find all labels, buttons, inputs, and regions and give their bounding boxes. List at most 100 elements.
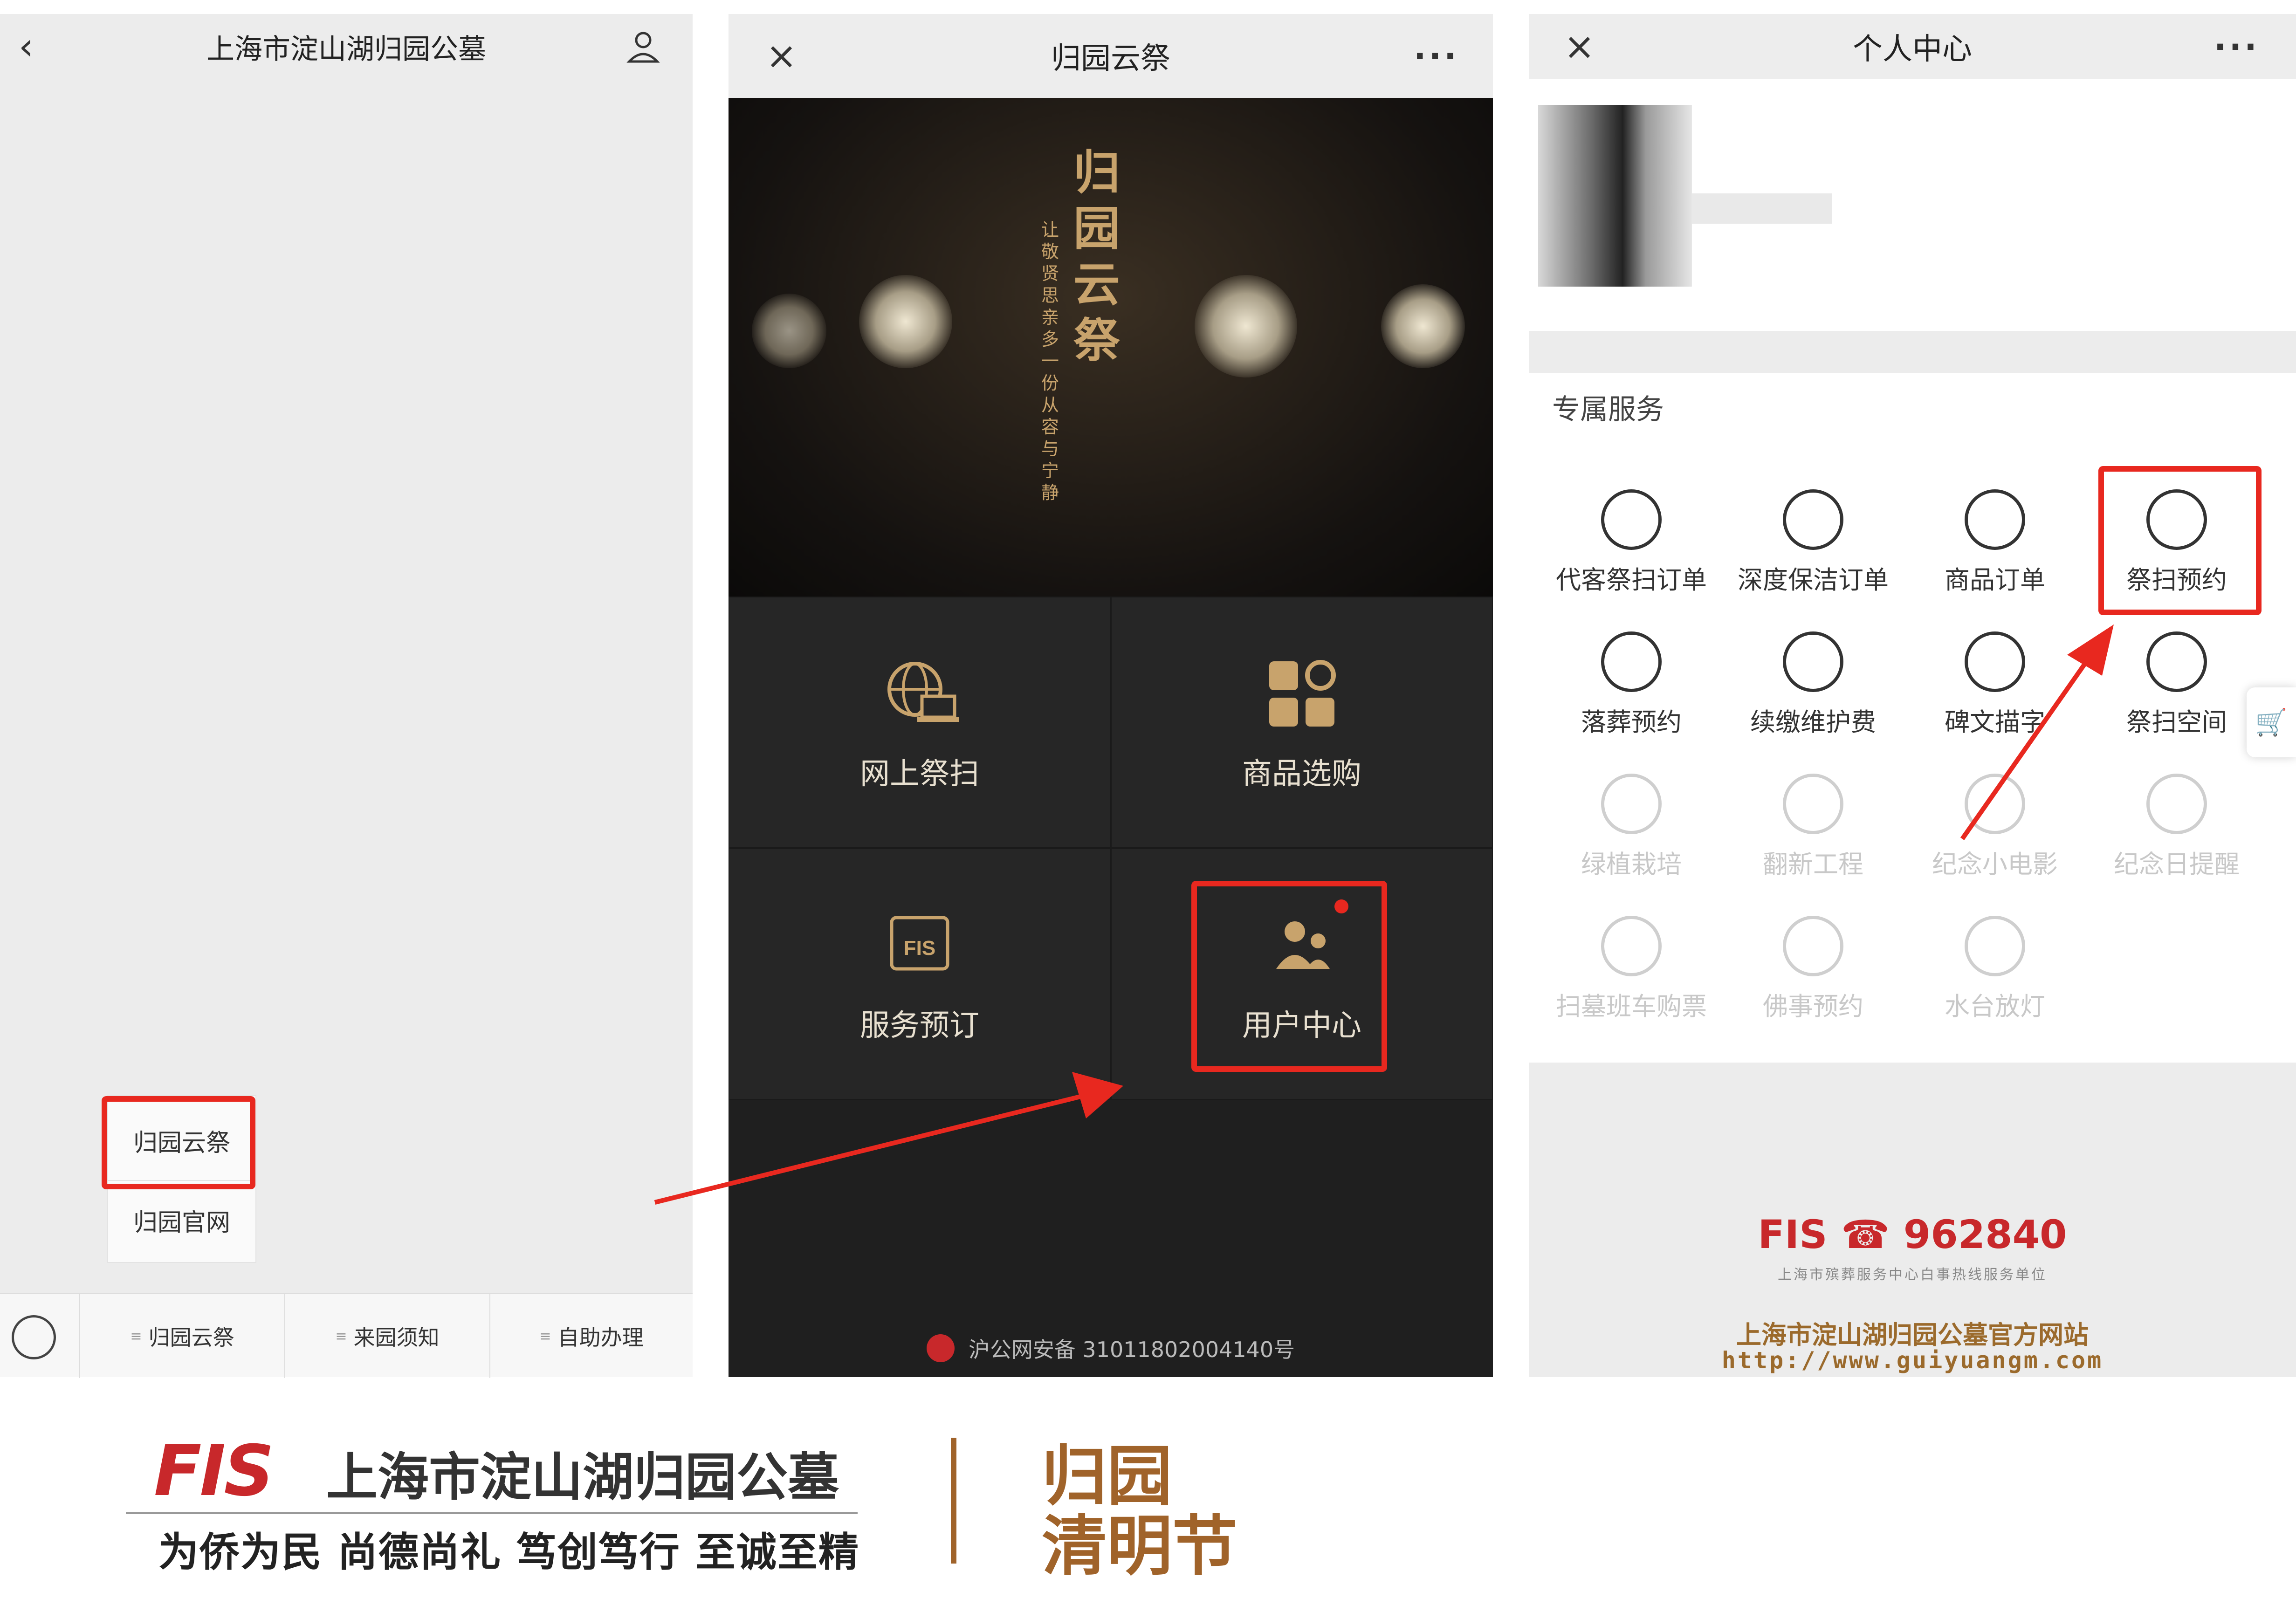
close-icon[interactable]: × <box>1564 28 1595 65</box>
page-title: 归园云祭 <box>1051 41 1170 76</box>
close-icon[interactable]: × <box>766 37 797 75</box>
page-title: 上海市淀山湖归园公墓 <box>206 33 486 66</box>
tile-service-booking[interactable]: FIS 服务预订 <box>729 848 1111 1100</box>
profile-icon[interactable] <box>625 28 662 65</box>
fis-calendar-icon: FIS <box>890 916 949 971</box>
menu-item-label: 自助办理 <box>557 1325 644 1350</box>
menu-item-yunji[interactable]: ≡ 归园云祭 <box>79 1294 284 1378</box>
more-icon[interactable]: ··· <box>1414 37 1459 75</box>
hero-banner: 归园云祭 让敬贤思亲多一份从容与宁静 <box>729 98 1493 597</box>
service-label: 水台放灯 <box>1945 992 2045 1021</box>
globe-laptop-icon <box>887 662 959 722</box>
service-label: 绿植栽培 <box>1581 850 1682 879</box>
plant-icon <box>1601 774 1662 834</box>
gear-icon <box>1783 774 1843 834</box>
candle-light <box>859 275 952 368</box>
highlight-box <box>1191 881 1387 1072</box>
service-item[interactable]: 佛事预约 <box>1720 911 1906 1032</box>
notification-dot <box>1334 899 1348 913</box>
service-item[interactable]: 翻新工程 <box>1720 769 1906 890</box>
service-item[interactable]: 代客祭扫订单 <box>1538 485 1725 606</box>
service-item[interactable]: 水台放灯 <box>1902 911 2088 1032</box>
highlight-box <box>2098 466 2262 615</box>
candle-light <box>752 294 826 368</box>
menu-item-notice[interactable]: ≡ 来园须知 <box>284 1294 489 1378</box>
service-item[interactable]: 扫墓班车购票 <box>1538 911 1725 1032</box>
cart-icon[interactable]: 🛒 <box>2247 687 2296 757</box>
vertical-divider <box>951 1438 956 1564</box>
service-label: 佛事预约 <box>1763 992 1863 1021</box>
calendar-icon <box>2146 774 2207 834</box>
nav-bar: 上海市淀山湖归园公墓 <box>0 14 693 79</box>
lantern-icon <box>1965 916 2025 976</box>
personal-center-screen: × 个人中心 ··· 专属服务 代客祭扫订单 深度保洁订单 商品订单 祭扫预约 落葬预约… <box>1529 14 2296 1377</box>
tombstone-icon <box>1601 631 1662 692</box>
service-label: 商品订单 <box>1945 565 2045 595</box>
back-icon[interactable]: ‹ <box>19 28 51 65</box>
brand-name: 上海市淀山湖归园公墓 <box>326 1447 839 1507</box>
person-icon <box>2146 631 2207 692</box>
service-label: 纪念日提醒 <box>2114 850 2240 879</box>
nav-bar: × 归园云祭 ··· <box>729 14 1493 98</box>
hotline-number: 962840 <box>1903 1212 2067 1257</box>
user-name-placeholder <box>1692 193 1832 224</box>
more-icon[interactable]: ··· <box>2214 28 2260 66</box>
phone-icon: ☎ <box>1841 1212 1904 1257</box>
menu-icon: ≡ <box>130 1328 142 1345</box>
divider <box>1529 331 2296 373</box>
service-label: 祭扫空间 <box>2126 707 2227 737</box>
section-title: 专属服务 <box>1552 393 1664 426</box>
document-icon <box>1783 631 1843 692</box>
service-label: 扫墓班车购票 <box>1556 992 1707 1021</box>
hero-title: 归园云祭 <box>1073 145 1120 368</box>
fis-logo: FIS <box>154 1431 274 1512</box>
service-item[interactable]: 商品订单 <box>1902 485 2088 606</box>
arrow-annotation <box>654 1072 1123 1205</box>
service-label: 翻新工程 <box>1763 850 1863 879</box>
website-url[interactable]: http://www.guiyuangm.com <box>1529 1347 2296 1374</box>
divider <box>126 1512 858 1514</box>
service-label: 代客祭扫订单 <box>1556 565 1707 595</box>
candle-light <box>1195 275 1297 377</box>
svg-text:FIS: FIS <box>904 937 935 960</box>
website-title: 上海市淀山湖归园公墓官方网站 <box>1736 1320 2089 1350</box>
arrow-annotation <box>1960 624 2114 840</box>
nav-bar: × 个人中心 ··· <box>1529 14 2296 79</box>
candle-light <box>1381 284 1465 368</box>
avatar[interactable] <box>1538 105 1692 287</box>
record-number: 沪公网安备 31011802004140号 <box>968 1337 1295 1362</box>
brand-slogan: 为侨为民 尚德尚礼 笃创笃行 至诚至精 <box>158 1529 859 1576</box>
cart-icon <box>1965 489 2025 550</box>
tile-label: 商品选购 <box>1242 757 1361 791</box>
highlight-box <box>102 1096 255 1189</box>
police-badge-icon <box>926 1334 955 1362</box>
menu-item-label: 归园云祭 <box>148 1325 234 1350</box>
service-item[interactable]: 深度保洁订单 <box>1720 485 1906 606</box>
page-title: 个人中心 <box>1853 32 1972 67</box>
footer-banner: FIS ☎ 962840 上海市殡葬服务中心白事热线服务单位 上海市淀山湖归园公… <box>1529 1063 2296 1377</box>
menu-item-label: 来园须知 <box>353 1325 440 1350</box>
ticket-icon <box>1601 916 1662 976</box>
hotline-caption: 上海市殡葬服务中心白事热线服务单位 <box>1778 1267 2047 1283</box>
submenu-item-guiyuan-website[interactable]: 归园官网 <box>108 1180 255 1259</box>
hotline: FIS ☎ 962840 <box>1529 1212 2296 1257</box>
service-item[interactable]: 绿植栽培 <box>1538 769 1725 890</box>
fis-logo: FIS <box>1758 1212 1828 1257</box>
keyboard-icon[interactable] <box>12 1315 56 1359</box>
grid-search-icon <box>1269 660 1336 727</box>
hero-subtitle: 让敬贤思亲多一份从容与宁静 <box>1041 220 1059 503</box>
service-label: 落葬预约 <box>1581 707 1682 737</box>
brand-heading-line2: 清明节 <box>1042 1508 1238 1585</box>
service-item[interactable]: 续缴维护费 <box>1720 627 1906 748</box>
book-icon <box>1783 916 1843 976</box>
wechat-account-screen: 上海市淀山湖归园公墓 ‹ 归园云祭 归园官网 ≡ 归园云祭 ≡ 来园须知 ≡ 自助办理 <box>0 14 693 1378</box>
person-leaf-icon <box>1601 489 1662 550</box>
tile-online-worship[interactable]: 网上祭扫 <box>729 597 1111 848</box>
house-clean-icon <box>1783 489 1843 550</box>
service-label: 续缴维护费 <box>1750 707 1876 737</box>
menu-item-selfservice[interactable]: ≡ 自助办理 <box>489 1294 693 1378</box>
service-item[interactable]: 落葬预约 <box>1538 627 1725 748</box>
menu-bar: ≡ 归园云祭 ≡ 来园须知 ≡ 自助办理 <box>0 1293 693 1378</box>
tile-shopping[interactable]: 商品选购 <box>1111 597 1493 848</box>
menu-icon: ≡ <box>539 1328 551 1345</box>
